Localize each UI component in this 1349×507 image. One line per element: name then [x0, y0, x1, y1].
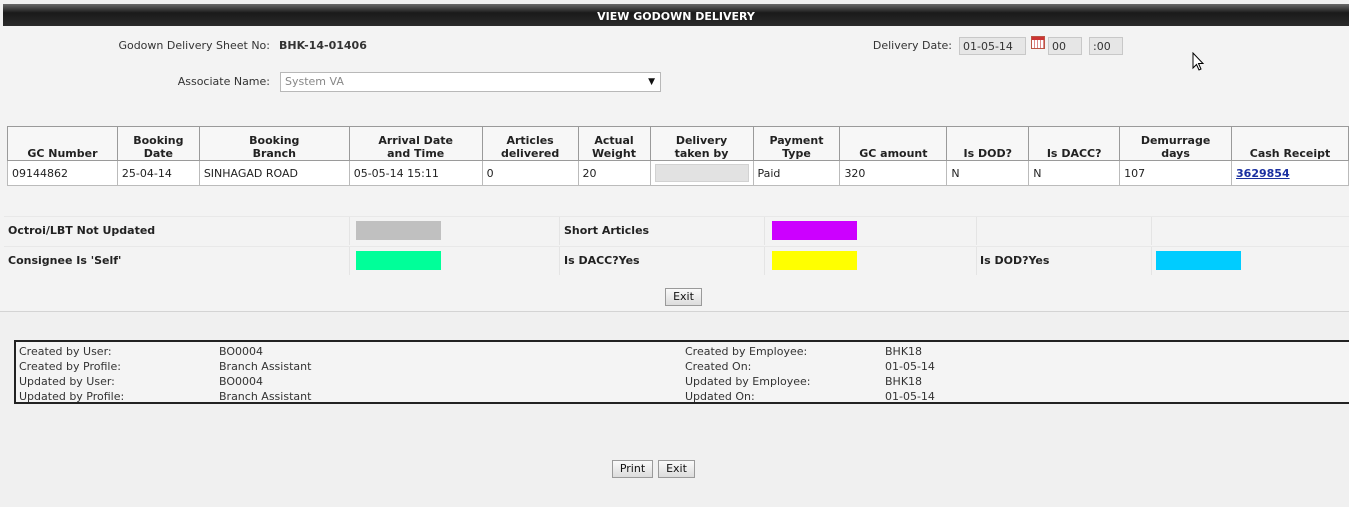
created-by-profile-label: Created by Profile: [19, 360, 121, 373]
cell-arrival: 05-05-14 15:11 [348, 160, 483, 186]
legend-octroi-label: Octroi/LBT Not Updated [8, 224, 156, 237]
legend-self-label: Consignee Is 'Self' [8, 254, 122, 267]
legend-row-1: Octroi/LBT Not Updated Short Articles [4, 216, 1349, 245]
delivery-date-input[interactable]: 01-05-14 [959, 37, 1026, 55]
cash-receipt-link[interactable]: 3629854 [1236, 167, 1290, 180]
col-payment-type: Payment Type [752, 126, 841, 161]
created-on-label: Created On: [685, 360, 752, 373]
updated-by-profile-label: Updated by Profile: [19, 390, 125, 403]
header-panel: Godown Delivery Sheet No: BHK-14-01406 A… [0, 26, 1349, 119]
created-by-user-label: Created by User: [19, 345, 112, 358]
col-weight: Actual Weight [577, 126, 651, 161]
legend-octroi-swatch [356, 221, 441, 240]
legend-dod-label: Is DOD?Yes [980, 254, 1050, 267]
col-is-dacc: Is DACC? [1028, 126, 1121, 161]
grid-header-row: GC Number Booking Date Booking Branch Arri… [7, 126, 1349, 161]
cell-is-dacc: N [1028, 160, 1121, 186]
cell-payment-type: Paid [752, 160, 841, 186]
calendar-icon[interactable] [1031, 36, 1045, 49]
created-by-profile-value: Branch Assistant [219, 360, 312, 373]
legend-dacc-swatch [772, 251, 857, 270]
cell-delivery-taken-by [649, 160, 754, 186]
col-booking-date: Booking Date [116, 126, 200, 161]
created-by-user-value: BO0004 [219, 345, 264, 358]
col-cash-receipt: Cash Receipt [1231, 126, 1349, 161]
sheet-no-label: Godown Delivery Sheet No: [118, 39, 270, 52]
cell-is-dod: N [946, 160, 1030, 186]
table-row: 09144862 25-04-14 SINHAGAD ROAD 05-05-14… [7, 160, 1349, 186]
created-by-employee-value: BHK18 [885, 345, 923, 358]
delivery-grid-panel: GC Number Booking Date Booking Branch Arri… [0, 118, 1349, 312]
associate-selected-value: System VA [285, 75, 344, 88]
col-gc-amount: GC amount [839, 126, 948, 161]
delivery-hour-input[interactable]: 00 [1048, 37, 1082, 55]
created-on-value: 01-05-14 [885, 360, 935, 373]
audit-panel: Created by User: BO0004 Created by Profi… [14, 340, 1349, 404]
legend-dod-swatch [1156, 251, 1241, 270]
updated-by-employee-label: Updated by Employee: [685, 375, 811, 388]
col-arrival: Arrival Date and Time [348, 126, 483, 161]
page-title: VIEW GODOWN DELIVERY [3, 4, 1349, 26]
updated-by-profile-value: Branch Assistant [219, 390, 312, 403]
updated-on-value: 01-05-14 [885, 390, 935, 403]
col-is-dod: Is DOD? [946, 126, 1030, 161]
updated-on-label: Updated On: [685, 390, 755, 403]
associate-select[interactable]: System VA ▼ [280, 72, 661, 92]
col-booking-branch: Booking Branch [198, 126, 350, 161]
cell-articles: 0 [481, 160, 579, 186]
associate-label: Associate Name: [177, 75, 270, 88]
legend-short-swatch [772, 221, 857, 240]
cell-cash-receipt: 3629854 [1231, 160, 1349, 186]
legend-self-swatch [356, 251, 441, 270]
print-button[interactable]: Print [612, 460, 653, 478]
legend-short-label: Short Articles [564, 224, 650, 237]
col-articles: Articles delivered [481, 126, 579, 161]
chevron-down-icon: ▼ [648, 77, 655, 87]
cell-gc-amount: 320 [839, 160, 948, 186]
cell-booking-date: 25-04-14 [116, 160, 200, 186]
updated-by-user-value: BO0004 [219, 375, 264, 388]
cell-gc-number: 09144862 [7, 160, 118, 186]
updated-by-employee-value: BHK18 [885, 375, 923, 388]
delivery-date-label: Delivery Date: [872, 39, 952, 52]
delivery-minute-input[interactable]: :00 [1089, 37, 1123, 55]
legend-dacc-label: Is DACC?Yes [564, 254, 640, 267]
sheet-no-value: BHK-14-01406 [279, 39, 367, 52]
col-delivery-taken-by: Delivery taken by [649, 126, 754, 161]
cell-booking-branch: SINHAGAD ROAD [198, 160, 350, 186]
exit-button-bottom[interactable]: Exit [658, 460, 695, 478]
delivery-taken-by-field[interactable] [654, 164, 749, 182]
created-by-employee-label: Created by Employee: [685, 345, 808, 358]
updated-by-user-label: Updated by User: [19, 375, 115, 388]
col-demurrage: Demurrage days [1119, 126, 1233, 161]
legend-row-2: Consignee Is 'Self' Is DACC?Yes Is DOD?Y… [4, 246, 1349, 275]
col-gc-number: GC Number [7, 126, 118, 161]
exit-button-top[interactable]: Exit [665, 288, 702, 306]
delivery-grid: GC Number Booking Date Booking Branch Arri… [7, 126, 1349, 186]
cell-weight: 20 [577, 160, 651, 186]
cell-demurrage: 107 [1119, 160, 1233, 186]
